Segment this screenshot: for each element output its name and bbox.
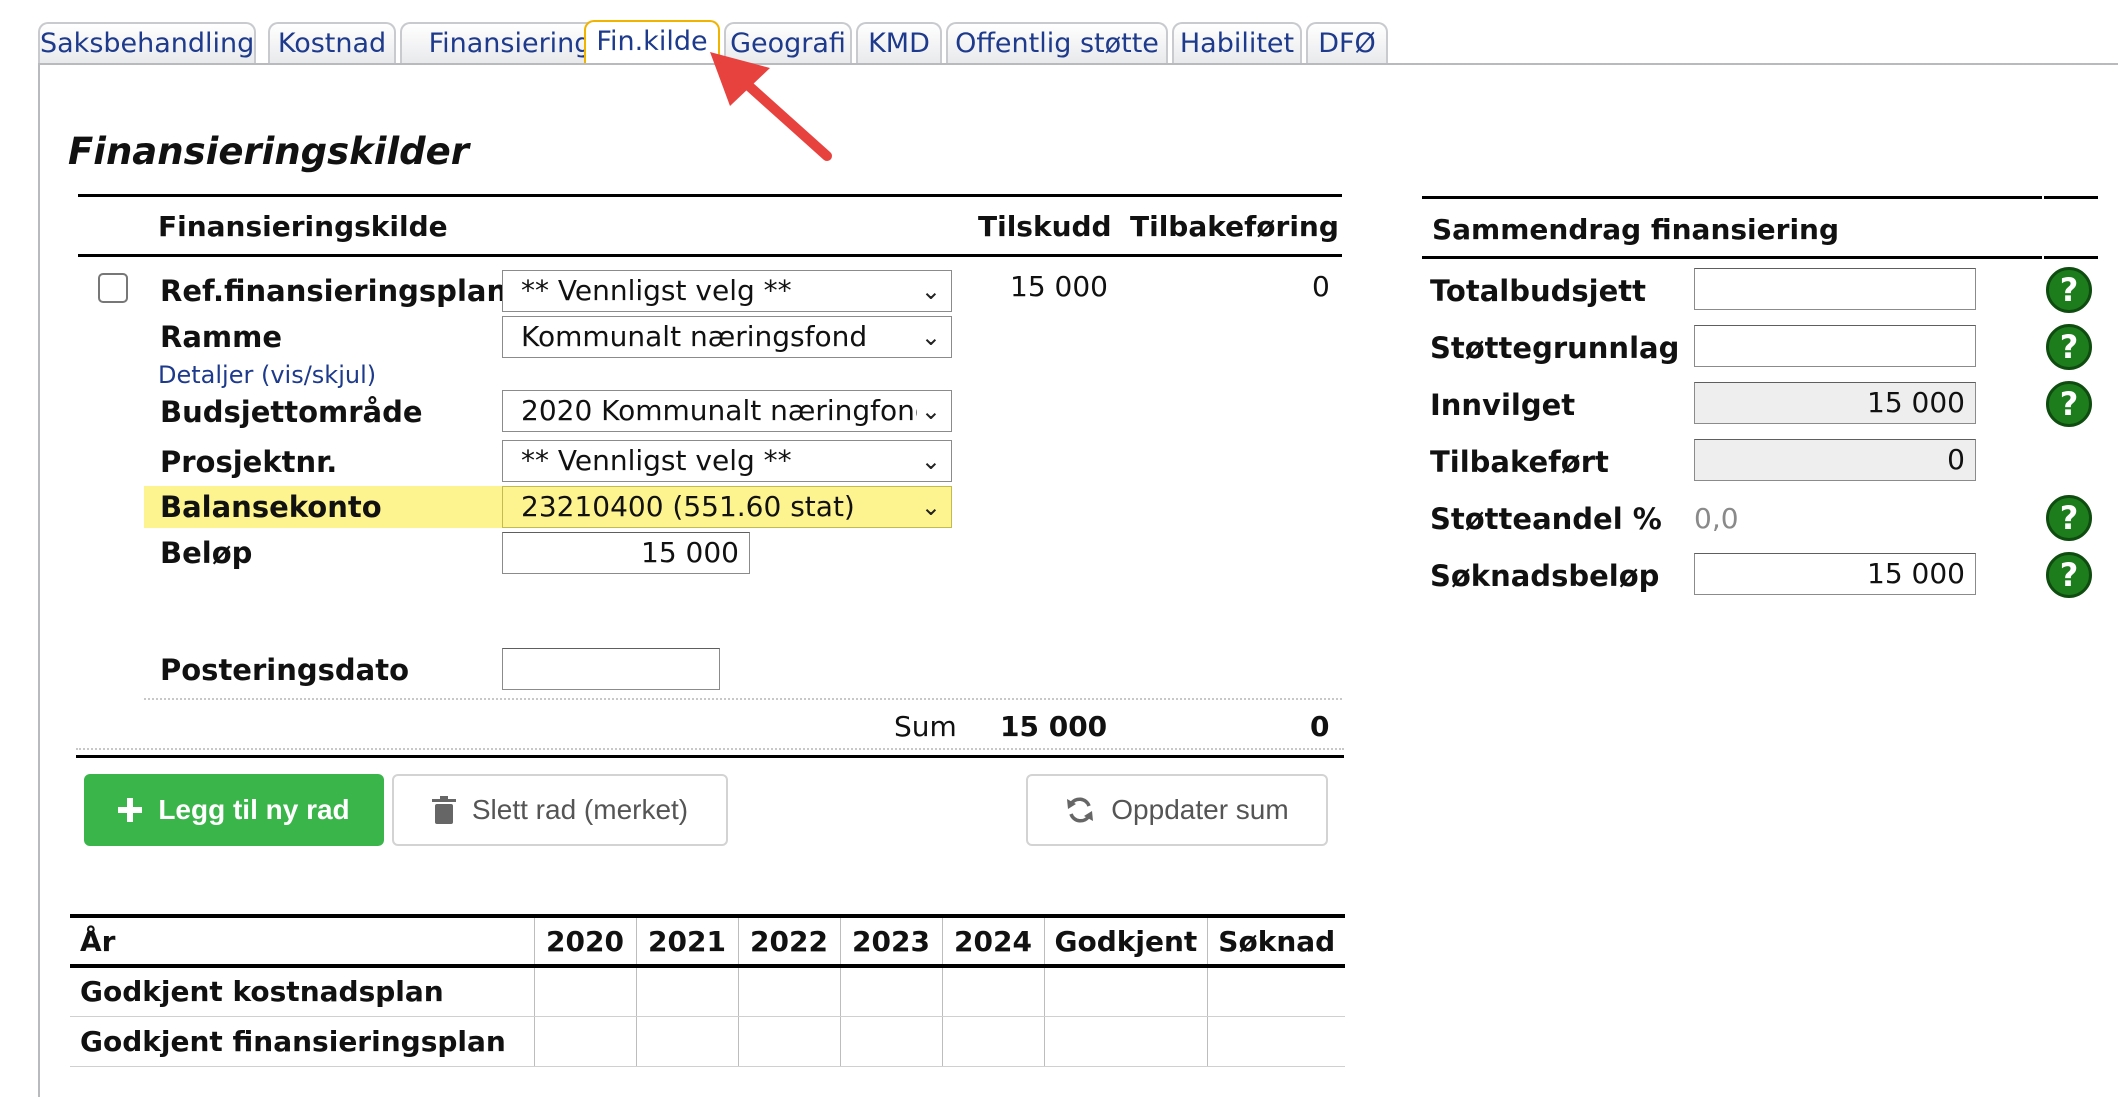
select-value: ** Vennligst velg ** — [521, 444, 792, 477]
delete-row-button[interactable]: Slett rad (merket) — [392, 774, 728, 846]
table-cell — [533, 1016, 636, 1067]
table-cell — [1207, 1016, 1346, 1067]
tab-kmd[interactable]: KMD — [856, 22, 942, 64]
update-sum-label: Oppdater sum — [1111, 794, 1289, 825]
row-label-godkjent-finansieringsplan: Godkjent finansieringsplan — [70, 1016, 534, 1067]
select-budsjettomrade[interactable]: 2020 Kommunalt næringfond ⌄ — [502, 390, 952, 432]
years-header-row: År 2020 2021 2022 2023 2024 Godkjent Søk… — [70, 914, 1346, 968]
table-row: Godkjent kostnadsplan — [70, 966, 1346, 1017]
sum-tilbakeforing: 0 — [1310, 710, 1330, 743]
chevron-down-icon: ⌄ — [920, 277, 941, 305]
tab-offentlig-stotte[interactable]: Offentlig støtte — [946, 22, 1168, 64]
header-year-2021: 2021 — [635, 914, 738, 968]
row-label-godkjent-kostnadsplan: Godkjent kostnadsplan — [70, 966, 534, 1017]
tab-kostnad[interactable]: Kostnad — [268, 22, 396, 64]
table-cell — [635, 966, 738, 1017]
table-cell — [839, 966, 942, 1017]
label-budsjettomrade: Budsjettområde — [160, 395, 423, 429]
table-cell — [635, 1016, 738, 1067]
chevron-down-icon: ⌄ — [920, 493, 941, 521]
header-year-2022: 2022 — [737, 914, 840, 968]
help-icon[interactable]: ? — [2046, 324, 2092, 370]
trash-icon — [431, 796, 456, 824]
tab-habilitet[interactable]: Habilitet — [1172, 22, 1302, 64]
select-balansekonto[interactable]: 23210400 (551.60 stat) ⌄ — [502, 486, 952, 528]
label-ramme: Ramme — [160, 320, 283, 354]
page-title: Finansieringskilder — [68, 130, 469, 173]
row-tilbakeforing-value: 0 — [1312, 270, 1330, 303]
chevron-down-icon: ⌄ — [920, 323, 941, 351]
summary-title: Sammendrag finansiering — [1432, 213, 1840, 246]
table-cell — [1043, 1016, 1208, 1067]
header-year-2023: 2023 — [839, 914, 942, 968]
header-tilskudd: Tilskudd — [978, 210, 1112, 243]
header-finansieringskilde: Finansieringskilde — [158, 210, 448, 243]
select-value: ** Vennligst velg ** — [521, 274, 792, 307]
select-value: 2020 Kommunalt næringfond — [521, 394, 933, 427]
table-row: Godkjent finansieringsplan — [70, 1016, 1346, 1067]
summary-label-soknadsbelop: Søknadsbeløp — [1430, 559, 1660, 593]
table-cell — [941, 1016, 1044, 1067]
header-year-2024: 2024 — [941, 914, 1044, 968]
tab-saksbehandling[interactable]: Saksbehandling — [38, 22, 256, 64]
table-cell — [1207, 966, 1346, 1017]
add-row-label: Legg til ny rad — [158, 794, 350, 825]
innvilget-value: 15 000 — [1694, 382, 1976, 424]
update-sum-button[interactable]: Oppdater sum — [1026, 774, 1328, 846]
annotation-arrow-icon — [710, 52, 832, 161]
header-ar: År — [70, 914, 534, 968]
summary-label-totalbudsjett: Totalbudsjett — [1430, 274, 1646, 308]
posting-date-input[interactable] — [502, 648, 720, 690]
label-prosjektnr: Prosjektnr. — [160, 445, 338, 479]
row-select-checkbox[interactable] — [98, 273, 128, 303]
tab-dfo[interactable]: DFØ — [1306, 22, 1388, 64]
header-tilbakeforing: Tilbakeføring — [1130, 210, 1339, 243]
summary-label-tilbakefort: Tilbakeført — [1430, 445, 1609, 479]
refresh-icon — [1065, 795, 1095, 825]
help-icon[interactable]: ? — [2046, 381, 2092, 427]
add-row-button[interactable]: Legg til ny rad — [84, 774, 384, 846]
soknadsbelop-input[interactable]: 15 000 — [1694, 553, 1976, 595]
stottegrunnlag-input[interactable] — [1694, 325, 1976, 367]
summary-label-stotteandel: Støtteandel % — [1430, 502, 1662, 536]
select-value: Kommunalt næringsfond — [521, 320, 868, 353]
plus-icon — [118, 798, 143, 822]
row-tilskudd-value: 15 000 — [1010, 270, 1108, 303]
table-cell — [941, 966, 1044, 1017]
help-icon[interactable]: ? — [2046, 267, 2092, 313]
table-cell — [839, 1016, 942, 1067]
label-balansekonto: Balansekonto — [160, 490, 382, 524]
sum-tilskudd: 15 000 — [1000, 710, 1108, 743]
select-prosjektnr[interactable]: ** Vennligst velg ** ⌄ — [502, 440, 952, 482]
chevron-down-icon: ⌄ — [916, 391, 941, 431]
label-belop: Beløp — [160, 536, 253, 570]
stotteandel-value: 0,0 — [1694, 502, 1739, 535]
header-year-2020: 2020 — [533, 914, 636, 968]
chevron-down-icon: ⌄ — [920, 447, 941, 475]
summary-label-innvilget: Innvilget — [1430, 388, 1576, 422]
select-ramme[interactable]: Kommunalt næringsfond ⌄ — [502, 316, 952, 358]
table-cell — [533, 966, 636, 1017]
table-cell — [1043, 966, 1208, 1017]
sum-label: Sum — [894, 710, 957, 743]
table-cell — [737, 966, 840, 1017]
table-cell — [737, 1016, 840, 1067]
help-icon[interactable]: ? — [2046, 495, 2092, 541]
delete-row-label: Slett rad (merket) — [471, 794, 689, 825]
header-godkjent: Godkjent — [1043, 914, 1208, 968]
select-ref-finansieringsplan[interactable]: ** Vennligst velg ** ⌄ — [502, 270, 952, 312]
label-ref-finansieringsplan: Ref.finansieringsplan — [160, 274, 508, 308]
help-icon[interactable]: ? — [2046, 552, 2092, 598]
tilbakefort-value: 0 — [1694, 439, 1976, 481]
amount-input[interactable]: 15 000 — [502, 532, 750, 574]
details-toggle-link[interactable]: Detaljer (vis/skjul) — [158, 361, 376, 389]
label-posteringsdato: Posteringsdato — [160, 653, 409, 687]
totalbudsjett-input[interactable] — [1694, 268, 1976, 310]
select-value: 23210400 (551.60 stat) — [521, 490, 855, 523]
header-soknad: Søknad — [1207, 914, 1346, 968]
years-table: År 2020 2021 2022 2023 2024 Godkjent Søk… — [70, 914, 1346, 1067]
summary-label-stottegrunnlag: Støttegrunnlag — [1430, 331, 1680, 365]
